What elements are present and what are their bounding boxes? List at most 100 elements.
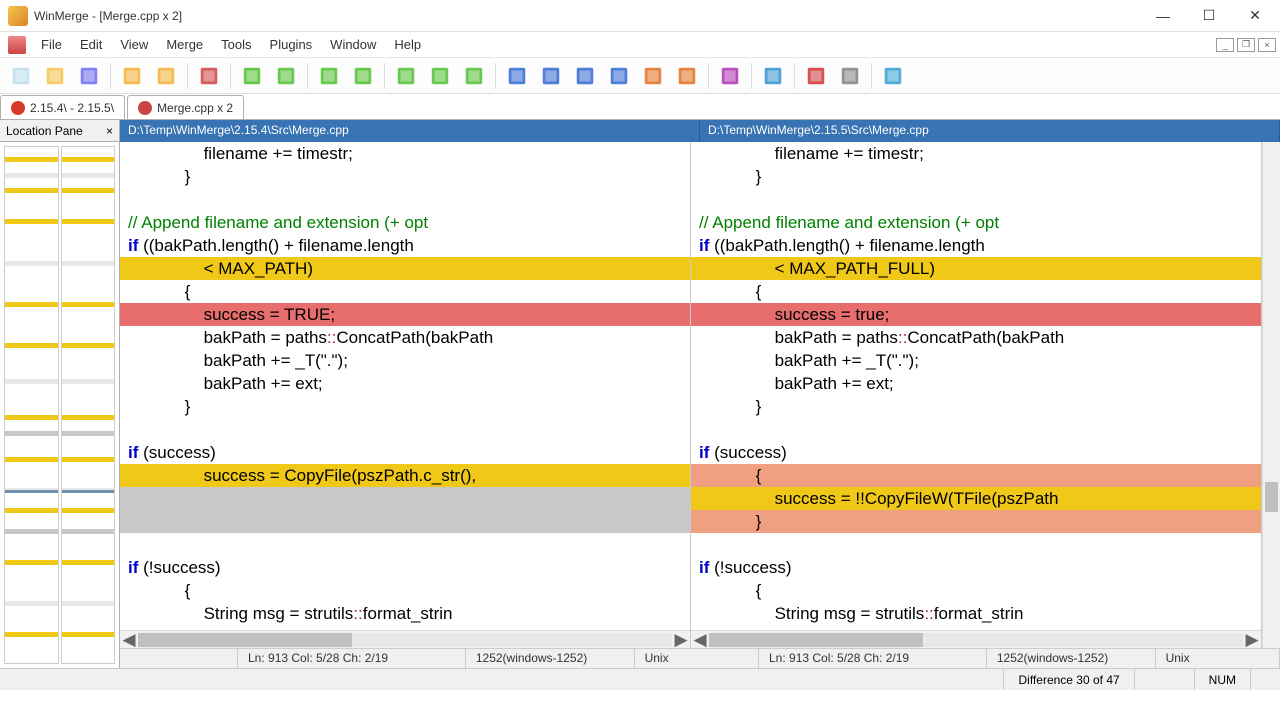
- copy-right-button[interactable]: [502, 61, 532, 91]
- menu-view[interactable]: View: [111, 34, 157, 55]
- menu-window[interactable]: Window: [321, 34, 385, 55]
- menu-help[interactable]: Help: [385, 34, 430, 55]
- redo-button[interactable]: [151, 61, 181, 91]
- code-line[interactable]: }: [120, 165, 690, 188]
- code-line[interactable]: // Append filename and extension (+ opt: [691, 211, 1261, 234]
- code-line[interactable]: String msg = strutils::format_strin: [120, 602, 690, 625]
- code-line[interactable]: < MAX_PATH): [120, 257, 690, 280]
- code-line[interactable]: {: [120, 280, 690, 303]
- maximize-button[interactable]: ☐: [1186, 1, 1232, 31]
- curr-diff-button[interactable]: [459, 61, 489, 91]
- code-line[interactable]: if (!success): [120, 556, 690, 579]
- menu-edit[interactable]: Edit: [71, 34, 111, 55]
- code-line[interactable]: if (success): [691, 441, 1261, 464]
- menu-tools[interactable]: Tools: [212, 34, 260, 55]
- app-icon: [8, 6, 28, 26]
- diff-count: Difference 30 of 47: [1003, 669, 1133, 690]
- code-line[interactable]: bakPath = paths::ConcatPath(bakPath: [120, 326, 690, 349]
- mdi-restore[interactable]: ❐: [1237, 38, 1255, 52]
- last-diff-button[interactable]: [425, 61, 455, 91]
- auto-merge-button[interactable]: [715, 61, 745, 91]
- tab-bar: 2.15.4\ - 2.15.5\Merge.cpp x 2: [0, 94, 1280, 120]
- stop-button[interactable]: [801, 61, 831, 91]
- mdi-minimize[interactable]: _: [1216, 38, 1234, 52]
- left-pane-header: D:\Temp\WinMerge\2.15.4\Src\Merge.cpp: [120, 120, 700, 142]
- tab-1[interactable]: Merge.cpp x 2: [127, 95, 244, 119]
- prev-button[interactable]: [348, 61, 378, 91]
- prev-diff-button[interactable]: [271, 61, 301, 91]
- code-line[interactable]: bakPath += _T(".");: [691, 349, 1261, 372]
- code-line[interactable]: bakPath += ext;: [120, 372, 690, 395]
- compare-button[interactable]: [194, 61, 224, 91]
- code-line[interactable]: }: [691, 395, 1261, 418]
- code-line[interactable]: if (!success): [691, 556, 1261, 579]
- copy-right-adv-button[interactable]: [570, 61, 600, 91]
- code-line[interactable]: if ((bakPath.length() + filename.length: [691, 234, 1261, 257]
- code-line[interactable]: {: [120, 579, 690, 602]
- code-line[interactable]: // Append filename and extension (+ opt: [120, 211, 690, 234]
- code-line[interactable]: bakPath += ext;: [691, 372, 1261, 395]
- tab-0[interactable]: 2.15.4\ - 2.15.5\: [0, 95, 125, 119]
- next-diff-button[interactable]: [237, 61, 267, 91]
- location-pane-close[interactable]: ×: [106, 124, 113, 138]
- code-line[interactable]: < MAX_PATH_FULL): [691, 257, 1261, 280]
- minimize-button[interactable]: —: [1140, 1, 1186, 31]
- undo-button[interactable]: [117, 61, 147, 91]
- recompare-button[interactable]: [878, 61, 908, 91]
- first-diff-button[interactable]: [391, 61, 421, 91]
- code-line[interactable]: [120, 188, 690, 211]
- all-left-button[interactable]: [672, 61, 702, 91]
- code-line[interactable]: success = TRUE;: [120, 303, 690, 326]
- code-line[interactable]: [120, 487, 690, 510]
- left-enc: 1252(windows-1252): [466, 649, 635, 668]
- left-code[interactable]: filename += timestr; } // Append filenam…: [120, 142, 690, 630]
- code-line[interactable]: }: [691, 165, 1261, 188]
- location-pane-body[interactable]: [0, 142, 119, 668]
- right-pos: Ln: 913 Col: 5/28 Ch: 2/19: [759, 649, 987, 668]
- new-button[interactable]: [6, 61, 36, 91]
- code-line[interactable]: [120, 510, 690, 533]
- right-code[interactable]: filename += timestr; } // Append filenam…: [691, 142, 1261, 630]
- code-line[interactable]: String msg = strutils::format_strin: [691, 602, 1261, 625]
- refresh-button[interactable]: [758, 61, 788, 91]
- code-line[interactable]: bakPath = paths::ConcatPath(bakPath: [691, 326, 1261, 349]
- code-line[interactable]: filename += timestr;: [691, 142, 1261, 165]
- right-pane-header: D:\Temp\WinMerge\2.15.5\Src\Merge.cpp: [700, 120, 1280, 142]
- vscroll[interactable]: [1262, 142, 1280, 648]
- copy-left-adv-button[interactable]: [604, 61, 634, 91]
- code-line[interactable]: [120, 418, 690, 441]
- doc-icon: [8, 36, 26, 54]
- menu-plugins[interactable]: Plugins: [261, 34, 322, 55]
- all-right-button[interactable]: [638, 61, 668, 91]
- window-title: WinMerge - [Merge.cpp x 2]: [34, 9, 1140, 23]
- code-line[interactable]: if (success): [120, 441, 690, 464]
- code-line[interactable]: filename += timestr;: [120, 142, 690, 165]
- code-line[interactable]: success = CopyFile(pszPath.c_str(),: [120, 464, 690, 487]
- code-line[interactable]: [691, 533, 1261, 556]
- code-line[interactable]: [691, 418, 1261, 441]
- status-bar: Difference 30 of 47 NUM: [0, 668, 1280, 690]
- code-line[interactable]: success = true;: [691, 303, 1261, 326]
- swap-button[interactable]: [835, 61, 865, 91]
- right-hscroll[interactable]: ◀▶: [691, 630, 1261, 648]
- copy-left-button[interactable]: [536, 61, 566, 91]
- num-indicator: NUM: [1194, 669, 1250, 690]
- save-button[interactable]: [74, 61, 104, 91]
- code-line[interactable]: {: [691, 464, 1261, 487]
- code-line[interactable]: }: [120, 395, 690, 418]
- mdi-close[interactable]: ×: [1258, 38, 1276, 52]
- code-line[interactable]: success = !!CopyFileW(TFile(pszPath: [691, 487, 1261, 510]
- next-button[interactable]: [314, 61, 344, 91]
- code-line[interactable]: [120, 533, 690, 556]
- open-button[interactable]: [40, 61, 70, 91]
- close-button[interactable]: ✕: [1232, 1, 1278, 31]
- code-line[interactable]: [691, 188, 1261, 211]
- code-line[interactable]: if ((bakPath.length() + filename.length: [120, 234, 690, 257]
- code-line[interactable]: {: [691, 280, 1261, 303]
- menu-file[interactable]: File: [32, 34, 71, 55]
- code-line[interactable]: bakPath += _T(".");: [120, 349, 690, 372]
- menu-merge[interactable]: Merge: [157, 34, 212, 55]
- left-hscroll[interactable]: ◀▶: [120, 630, 690, 648]
- code-line[interactable]: {: [691, 579, 1261, 602]
- code-line[interactable]: }: [691, 510, 1261, 533]
